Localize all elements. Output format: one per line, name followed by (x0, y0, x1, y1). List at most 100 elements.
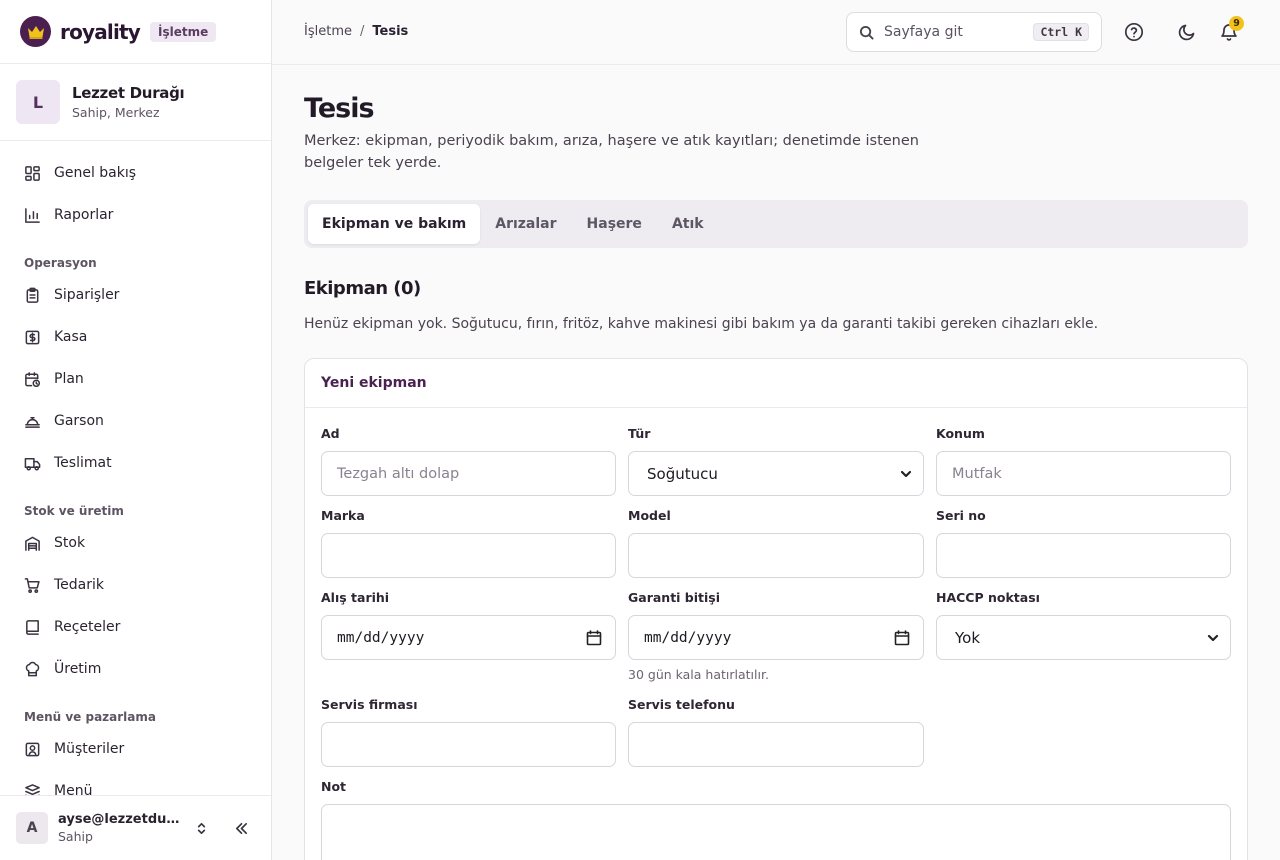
serial-label: Seri no (936, 508, 986, 523)
page-description: Merkez: ekipman, periyodik bakım, arıza,… (304, 133, 919, 171)
type-label: Tür (628, 426, 651, 441)
sidebar-item-overview[interactable]: Genel bakış (0, 152, 271, 194)
sidebar: royality İşletme L Lezzet Durağı Sahip, … (0, 0, 272, 860)
tab-bar: Ekipman ve bakım Arızalar Haşere Atık (304, 200, 1248, 248)
breadcrumb-separator: / (359, 24, 365, 39)
service-phone-input[interactable] (628, 722, 924, 767)
menu-book-icon (24, 783, 41, 795)
name-field-group: Ad Tezgah altı dolap (321, 426, 616, 508)
service-company-input[interactable] (321, 722, 616, 767)
search-shortcut: Ctrl K (1033, 23, 1089, 41)
sidebar-item-label: Genel bakış (54, 165, 137, 181)
model-field-group: Model (628, 508, 924, 590)
service-phone-label: Servis telefonu (628, 697, 735, 712)
location-input[interactable]: Mutfak (936, 451, 1231, 496)
calendar-icon[interactable] (894, 629, 910, 646)
service-company-field-group: Servis firması (321, 697, 616, 779)
sidebar-item-cash[interactable]: Kasa (0, 316, 271, 358)
cash-icon (24, 329, 41, 346)
sidebar-item-plan[interactable]: Plan (0, 358, 271, 400)
purchase-date-input[interactable]: mm/dd/yyyy (321, 615, 616, 660)
sidebar-item-recipes[interactable]: Reçeteler (0, 606, 271, 648)
sidebar-item-production[interactable]: Üretim (0, 648, 271, 690)
sidebar-item-customers[interactable]: Müşteriler (0, 728, 271, 770)
sidebar-nav: Genel bakış Raporlar Operasyon Siparişle… (0, 141, 271, 795)
warranty-hint: 30 gün kala hatırlatılır. (628, 667, 769, 682)
haccp-select[interactable]: Yok (936, 615, 1231, 660)
service-company-label: Servis firması (321, 697, 418, 712)
sidebar-item-supply[interactable]: Tedarik (0, 564, 271, 606)
org-name: Lezzet Durağı (72, 84, 185, 102)
clipboard-icon (24, 287, 41, 304)
crown-logo-icon[interactable] (20, 16, 51, 47)
note-textarea[interactable] (321, 804, 1231, 860)
collapse-sidebar-icon[interactable] (231, 818, 251, 838)
sidebar-item-label: Müşteriler (54, 741, 125, 757)
search-input[interactable]: Sayfaya git Ctrl K (846, 12, 1102, 52)
tab-equipment-maintenance[interactable]: Ekipman ve bakım (308, 204, 481, 244)
warehouse-icon (24, 535, 41, 552)
type-select-value: Soğutucu (647, 464, 718, 483)
serial-input[interactable] (936, 533, 1231, 578)
sidebar-item-label: Reçeteler (54, 619, 121, 635)
haccp-select-value: Yok (955, 628, 981, 647)
cart-icon (24, 577, 41, 594)
help-button[interactable] (1120, 18, 1148, 46)
brand-badge: İşletme (150, 21, 217, 42)
bar-chart-icon (24, 207, 41, 224)
sidebar-item-delivery[interactable]: Teslimat (0, 442, 271, 484)
theme-toggle-button[interactable] (1173, 18, 1201, 46)
breadcrumb: İşletme / Tesis (304, 24, 408, 39)
tab-faults[interactable]: Arızalar (480, 204, 571, 244)
help-icon (1124, 22, 1144, 42)
empty-grid-cell (936, 697, 1231, 779)
user-email: ayse@lezzetduragi.com (58, 812, 184, 827)
sidebar-item-stock[interactable]: Stok (0, 522, 271, 564)
tab-pests[interactable]: Haşere (572, 204, 657, 244)
user-avatar: A (16, 812, 48, 844)
chevrons-up-down-icon[interactable] (191, 818, 211, 838)
new-equipment-form: Ad Tezgah altı dolap Tür Soğutucu Konum … (305, 408, 1247, 860)
chevron-down-icon (1207, 634, 1219, 641)
breadcrumb-parent[interactable]: İşletme (304, 24, 352, 39)
warranty-end-value: mm/dd/yyyy (644, 629, 732, 646)
dashboard-icon (24, 165, 41, 182)
sidebar-item-label: Stok (54, 535, 86, 551)
search-placeholder: Sayfaya git (884, 24, 963, 40)
location-label: Konum (936, 426, 985, 441)
sidebar-item-label: Kasa (54, 329, 88, 345)
sidebar-item-reports[interactable]: Raporlar (0, 194, 271, 236)
sidebar-item-label: Üretim (54, 661, 102, 677)
chef-hat-icon (24, 661, 41, 678)
brand-header: royality İşletme (0, 0, 271, 64)
tab-waste[interactable]: Atık (657, 204, 719, 244)
type-select[interactable]: Soğutucu (628, 451, 924, 496)
brand-name[interactable]: royality (60, 20, 141, 44)
sidebar-item-label: Raporlar (54, 207, 114, 223)
calendar-clock-icon (24, 371, 41, 388)
sidebar-item-label: Menü (54, 783, 93, 795)
notifications-button[interactable]: 9 (1215, 16, 1244, 46)
user-menu[interactable]: A ayse@lezzetduragi.com Sahip (0, 795, 271, 860)
user-role: Sahip (58, 829, 93, 844)
purchase-date-field-group: Alış tarihi mm/dd/yyyy (321, 590, 616, 697)
note-field-group: Not (321, 779, 1231, 860)
name-input[interactable]: Tezgah altı dolap (321, 451, 616, 496)
warranty-end-field-group: Garanti bitişi mm/dd/yyyy 30 gün kala ha… (628, 590, 924, 697)
brand-label: Marka (321, 508, 365, 523)
warranty-end-input[interactable]: mm/dd/yyyy (628, 615, 924, 660)
sidebar-item-waiter[interactable]: Garson (0, 400, 271, 442)
sidebar-item-orders[interactable]: Siparişler (0, 274, 271, 316)
org-switcher[interactable]: L Lezzet Durağı Sahip, Merkez (0, 64, 271, 141)
sidebar-item-label: Plan (54, 371, 84, 387)
sidebar-item-menu[interactable]: Menü (0, 770, 271, 795)
name-label: Ad (321, 426, 340, 441)
brand-field-group: Marka (321, 508, 616, 590)
truck-icon (24, 455, 41, 472)
model-input[interactable] (628, 533, 924, 578)
note-label: Not (321, 779, 347, 794)
brand-input[interactable] (321, 533, 616, 578)
calendar-icon[interactable] (586, 629, 602, 646)
sidebar-item-label: Tedarik (54, 577, 105, 593)
type-field-group: Tür Soğutucu (628, 426, 924, 508)
